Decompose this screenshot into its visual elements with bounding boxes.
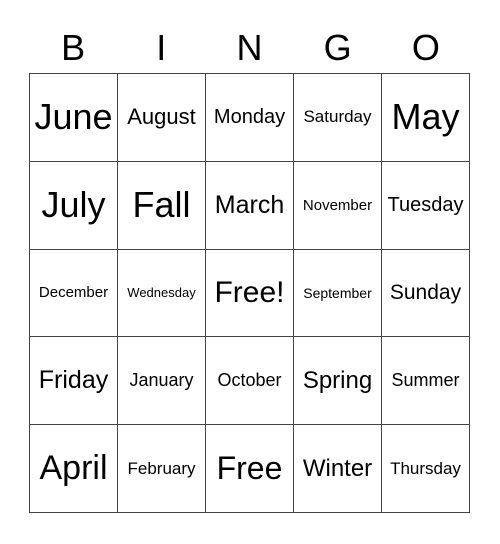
header-letter-n: N: [236, 27, 263, 68]
bingo-cell[interactable]: September: [294, 249, 382, 338]
bingo-cell[interactable]: Sunday: [382, 249, 470, 338]
bingo-cell[interactable]: Spring: [294, 337, 382, 426]
bingo-cell[interactable]: Thursday: [382, 425, 470, 513]
bingo-cell[interactable]: October: [206, 337, 294, 426]
bingo-cell[interactable]: May: [382, 74, 470, 162]
bingo-cell[interactable]: January: [118, 337, 206, 426]
header-letter-g: G: [323, 27, 352, 68]
bingo-cell[interactable]: Saturday: [294, 74, 382, 162]
bingo-cell[interactable]: March: [206, 161, 294, 250]
bingo-cell[interactable]: Summer: [382, 337, 470, 426]
bingo-cell[interactable]: Tuesday: [382, 161, 470, 250]
bingo-cell[interactable]: Free: [206, 425, 294, 513]
bingo-cell[interactable]: Winter: [294, 425, 382, 513]
bingo-cell[interactable]: April: [30, 425, 118, 513]
header-letter-o: O: [411, 27, 440, 68]
bingo-cell[interactable]: Wednesday: [118, 249, 206, 338]
bingo-cell[interactable]: August: [118, 74, 206, 162]
bingo-cell[interactable]: June: [30, 74, 118, 162]
bingo-cell[interactable]: Fall: [118, 161, 206, 250]
bingo-cell[interactable]: February: [118, 425, 206, 513]
header-letter-i: I: [156, 27, 167, 68]
bingo-header: B I N G O: [29, 26, 470, 70]
bingo-cell[interactable]: Monday: [206, 74, 294, 162]
bingo-cell[interactable]: Free!: [206, 249, 294, 338]
bingo-cell[interactable]: December: [30, 249, 118, 338]
bingo-grid: June August Monday Saturday May July Fall March…: [29, 73, 470, 513]
header-letter-b: B: [61, 27, 86, 68]
bingo-cell[interactable]: Friday: [30, 337, 118, 426]
bingo-cell[interactable]: July: [30, 161, 118, 250]
bingo-cell[interactable]: November: [294, 161, 382, 250]
